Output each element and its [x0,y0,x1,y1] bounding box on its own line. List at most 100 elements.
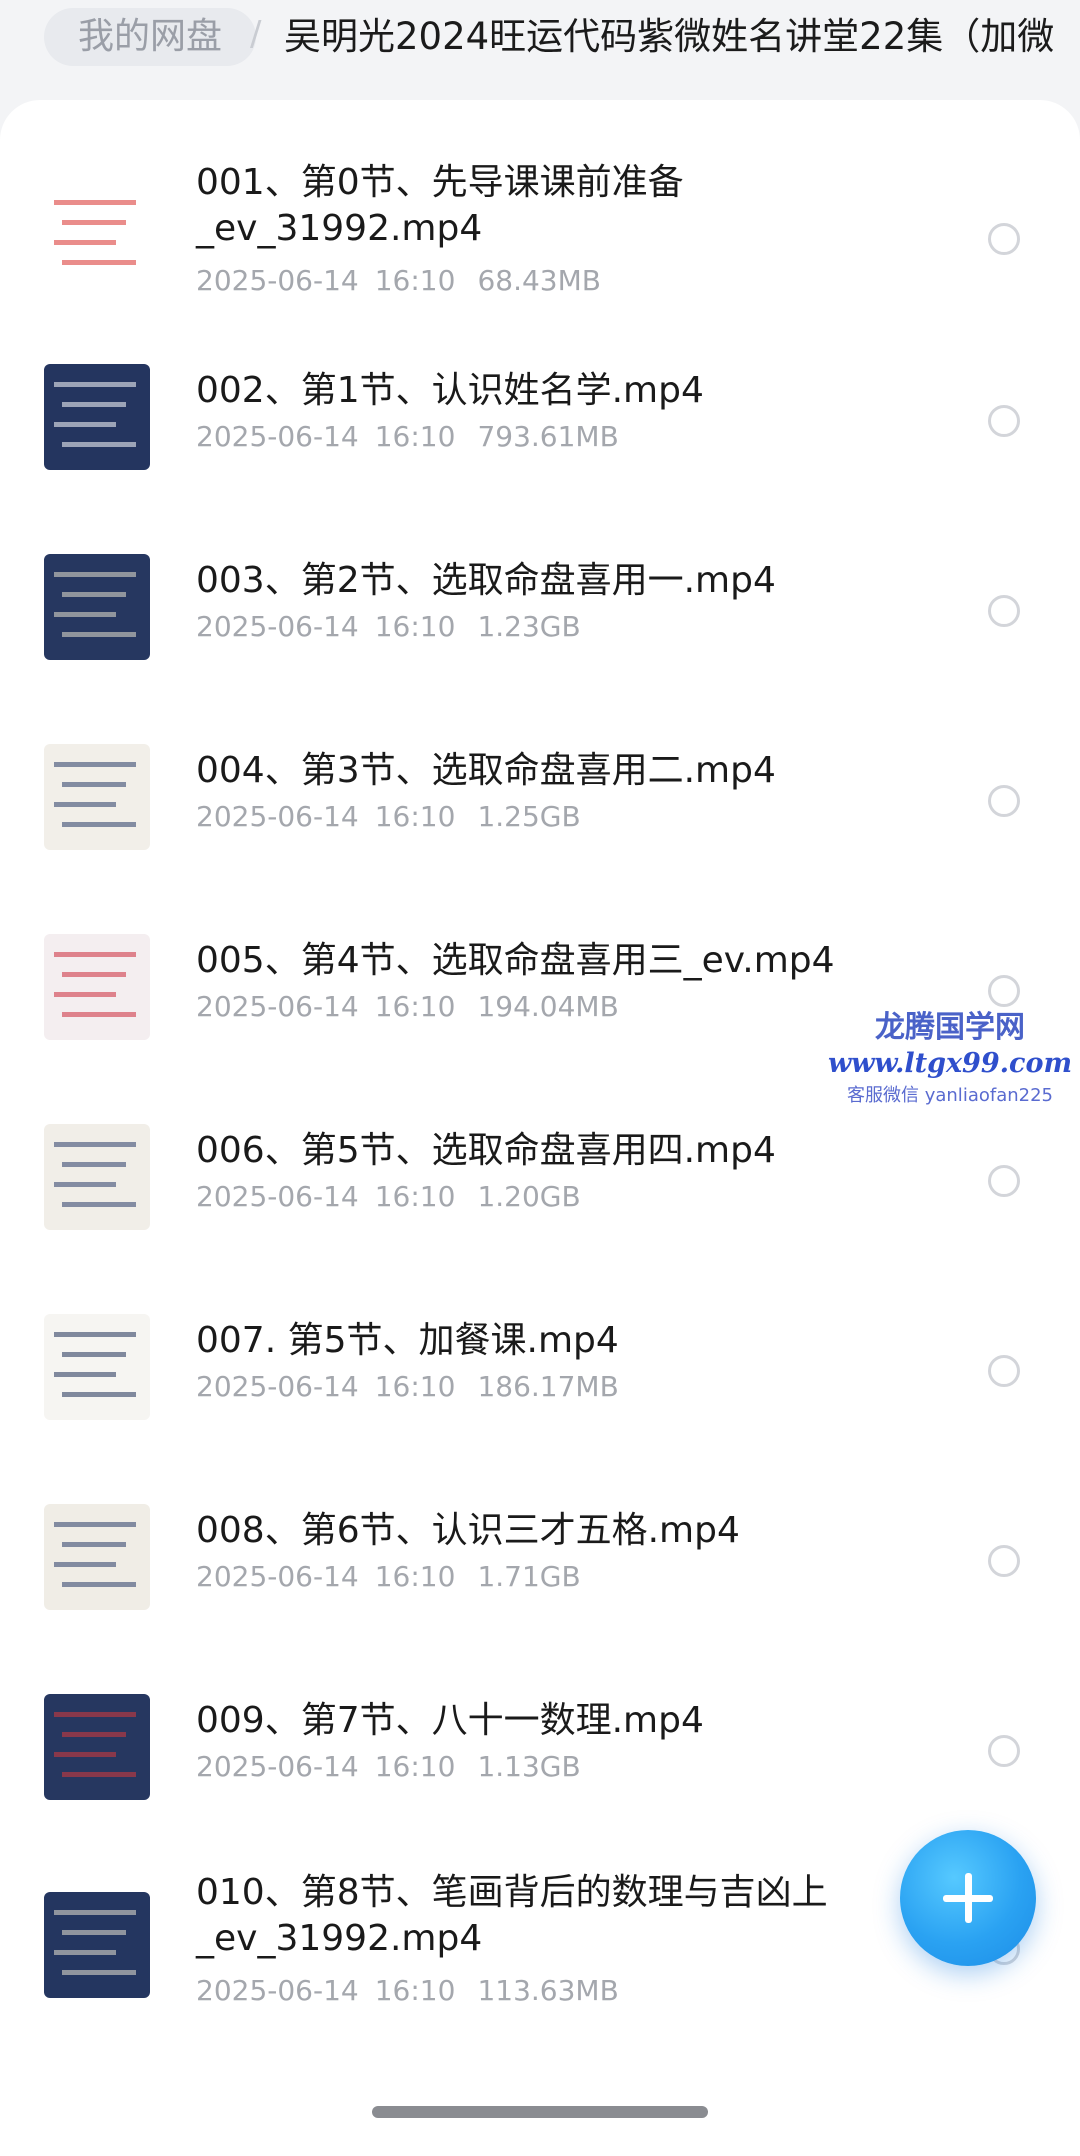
thumbnail-decoration [62,1012,136,1017]
file-row[interactable]: 007. 第5节、加餐课.mp4 2025-06-14 16:10 186.17MB [0,1300,1080,1490]
file-row[interactable]: 001、第0节、先导课课前准备_ev_31992.mp4 2025-06-14 16… [0,160,1080,350]
video-thumbnail [44,554,150,660]
select-radio[interactable] [988,1165,1020,1197]
video-thumbnail [44,364,150,470]
thumbnail-decoration [54,382,136,387]
file-time: 16:10 [374,1750,456,1783]
home-indicator[interactable] [372,2106,708,2118]
thumbnail-decoration [62,442,136,447]
file-name: 001、第0节、先导课课前准备_ev_31992.mp4 [196,162,684,249]
thumbnail-decoration [54,1142,136,1147]
file-list-panel: 001、第0节、先导课课前准备_ev_31992.mp4 2025-06-14 16… [0,100,1080,2156]
thumbnail-decoration [62,972,126,977]
video-thumbnail [44,1314,150,1420]
thumbnail-decoration [54,1712,136,1717]
video-thumbnail [44,1694,150,1800]
watermark-url: www.ltgx99.com [827,1048,1073,1079]
thumbnail-decoration [54,992,116,997]
file-size: 1.13GB [477,1750,581,1783]
file-date: 2025-06-14 [196,1370,359,1403]
thumbnail-decoration [62,1162,126,1167]
breadcrumb-root[interactable]: 我的网盘 [44,8,257,66]
file-meta: 2025-06-14 16:10 194.04MB [196,990,619,1024]
file-time: 16:10 [374,1560,456,1593]
file-meta: 2025-06-14 16:10 186.17MB [196,1370,619,1404]
file-row[interactable]: 009、第7节、八十一数理.mp4 2025-06-14 16:10 1.13GB [0,1680,1080,1870]
file-time: 16:10 [374,420,456,453]
video-thumbnail [44,1892,150,1998]
file-date: 2025-06-14 [196,1180,359,1213]
file-meta: 2025-06-14 16:10 1.25GB [196,800,581,834]
thumbnail-decoration [62,402,126,407]
file-date: 2025-06-14 [196,264,359,297]
thumbnail-decoration [54,762,136,767]
thumbnail-decoration [62,1970,136,1975]
thumbnail-decoration [54,572,136,577]
file-name: 008、第6节、认识三才五格.mp4 [196,1510,740,1551]
file-row[interactable]: 008、第6节、认识三才五格.mp4 2025-06-14 16:10 1.71GB [0,1490,1080,1680]
file-name: 005、第4节、选取命盘喜用三_ev.mp4 [196,940,835,981]
file-time: 16:10 [374,990,456,1023]
breadcrumb-separator: / [250,14,262,54]
watermark-title: 龙腾国学网 [875,1010,1025,1045]
thumbnail-decoration [62,1392,136,1397]
select-radio[interactable] [988,785,1020,817]
file-name: 007. 第5节、加餐课.mp4 [196,1320,619,1361]
select-radio[interactable] [988,1355,1020,1387]
video-thumbnail [44,934,150,1040]
watermark-contact: 客服微信 yanliaofan225 [847,1085,1053,1106]
file-time: 16:10 [374,1180,456,1213]
thumbnail-decoration [62,1930,126,1935]
file-size: 1.23GB [477,610,581,643]
video-thumbnail [44,182,150,288]
file-row[interactable]: 003、第2节、选取命盘喜用一.mp4 2025-06-14 16:10 1.23GB [0,540,1080,730]
file-row[interactable]: 006、第5节、选取命盘喜用四.mp4 2025-06-14 16:10 1.20GB [0,1110,1080,1300]
breadcrumb: 我的网盘 / 吴明光2024旺运代码紫微姓名讲堂22集（加微 [0,0,1080,95]
thumbnail-decoration [54,802,116,807]
select-radio[interactable] [988,405,1020,437]
thumbnail-decoration [62,260,136,265]
select-radio[interactable] [988,975,1020,1007]
thumbnail-decoration [54,1752,116,1757]
file-row[interactable]: 004、第3节、选取命盘喜用二.mp4 2025-06-14 16:10 1.25GB [0,730,1080,920]
file-size: 186.17MB [477,1370,619,1403]
file-date: 2025-06-14 [196,1750,359,1783]
select-radio[interactable] [988,1735,1020,1767]
thumbnail-decoration [54,1182,116,1187]
video-thumbnail [44,744,150,850]
thumbnail-decoration [62,1772,136,1777]
file-row[interactable]: 002、第1节、认识姓名学.mp4 2025-06-14 16:10 793.61MB [0,350,1080,540]
file-size: 1.71GB [477,1560,581,1593]
add-button[interactable] [900,1830,1036,1966]
file-name: 003、第2节、选取命盘喜用一.mp4 [196,560,776,601]
file-date: 2025-06-14 [196,420,359,453]
thumbnail-decoration [54,612,116,617]
file-name: 006、第5节、选取命盘喜用四.mp4 [196,1130,776,1171]
thumbnail-decoration [54,952,136,957]
file-size: 1.25GB [477,800,581,833]
thumbnail-decoration [62,1352,126,1357]
select-radio[interactable] [988,1545,1020,1577]
file-name: 010、第8节、笔画背后的数理与吉凶上_ev_31992.mp4 [196,1872,828,1959]
select-radio[interactable] [988,223,1020,255]
thumbnail-decoration [62,782,126,787]
file-meta: 2025-06-14 16:10 1.13GB [196,1750,581,1784]
file-name: 004、第3节、选取命盘喜用二.mp4 [196,750,776,791]
file-date: 2025-06-14 [196,610,359,643]
thumbnail-decoration [54,1950,116,1955]
file-size: 113.63MB [477,1974,619,2007]
file-time: 16:10 [374,800,456,833]
thumbnail-decoration [54,240,116,245]
file-time: 16:10 [374,264,456,297]
thumbnail-decoration [62,822,136,827]
file-name: 002、第1节、认识姓名学.mp4 [196,370,704,411]
thumbnail-decoration [54,1910,136,1915]
file-date: 2025-06-14 [196,800,359,833]
file-date: 2025-06-14 [196,1560,359,1593]
file-time: 16:10 [374,1974,456,2007]
thumbnail-decoration [62,1582,136,1587]
select-radio[interactable] [988,595,1020,627]
thumbnail-decoration [54,1372,116,1377]
thumbnail-decoration [62,1542,126,1547]
breadcrumb-current-folder: 吴明光2024旺运代码紫微姓名讲堂22集（加微 [284,15,1055,58]
